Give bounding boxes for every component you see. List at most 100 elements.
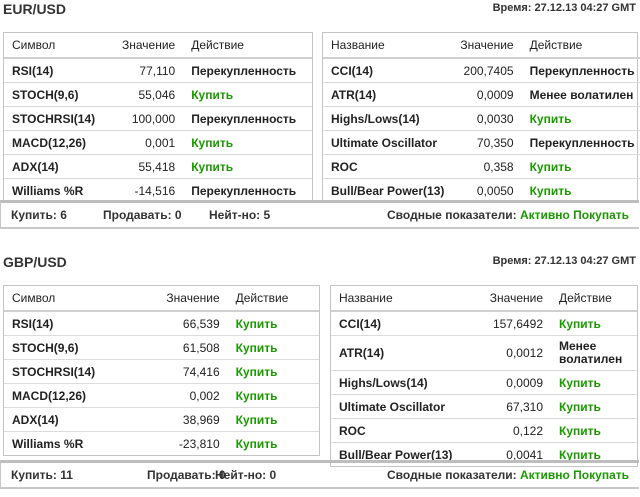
indicator-action: Менее волатилен (521, 82, 640, 107)
summary-label: Сводные показатели: (387, 208, 517, 222)
table-row: RSI(14) 77,110 Перекупленность (4, 58, 312, 83)
table-row: ADX(14) 55,418 Купить (4, 154, 312, 179)
table-row: ADX(14) 38,969 Купить (4, 407, 319, 432)
neutral-count: Нейт-но: 5 (209, 208, 271, 222)
indicator-action: Купить (551, 418, 637, 443)
table-row: ATR(14) 0,0009 Менее волатилен (323, 82, 640, 107)
neutral-count: Нейт-но: 0 (215, 468, 277, 482)
indicator-action: Купить (235, 436, 278, 451)
table-row: STOCH(9,6) 61,508 Купить (4, 335, 319, 360)
table-row: STOCH(9,6) 55,046 Купить (4, 82, 312, 107)
table-row: Ultimate Oscillator 67,310 Купить (331, 394, 637, 419)
indicator-action: Перекупленность (191, 183, 297, 198)
indicator-value: 0,0030 (452, 106, 522, 131)
update-time: Время: 27.12.13 04:27 GMT (492, 255, 636, 267)
indicator-action: Купить (227, 383, 319, 408)
indicator-name: RSI(14) (4, 58, 110, 83)
indicator-value: 0,001 (109, 130, 184, 155)
indicator-name: Highs/Lows(14) (331, 370, 475, 395)
indicator-action: Купить (551, 370, 637, 395)
indicator-name: ADX(14) (4, 154, 110, 179)
header-name: Символ (4, 33, 110, 59)
table-row: MACD(12,26) 0,002 Купить (4, 383, 319, 408)
indicator-name: STOCH(9,6) (4, 82, 110, 107)
indicator-value: 55,046 (109, 82, 184, 107)
table-row: Williams %R -23,810 Купить (4, 432, 319, 456)
table-header: Название Значение Действие (331, 286, 637, 312)
indicator-name: MACD(12,26) (4, 383, 136, 408)
indicator-action: Купить (551, 311, 637, 336)
table-header: Символ Значение Действие (4, 33, 312, 59)
table-row: Bull/Bear Power(13) 0,0050 Купить (323, 179, 640, 203)
right-indicator-table: Название Значение Действие CCI(14) 200,740… (323, 33, 640, 202)
indicator-name: MACD(12,26) (4, 130, 110, 155)
header-value: Значение (135, 286, 228, 312)
indicator-action: Менее волатилен (551, 335, 637, 371)
indicator-action: Перекупленность (183, 58, 312, 83)
table-row: CCI(14) 157,6492 Купить (331, 311, 637, 336)
indicator-name: STOCHRSI(14) (4, 106, 110, 131)
indicator-name: CCI(14) (323, 58, 453, 83)
oscillators-box: Символ Значение Действие RSI(14) 77,110 Пе… (3, 32, 313, 203)
indicator-action: Перекупленность (521, 58, 640, 83)
header-action: Действие (551, 286, 637, 312)
indicator-name: ATR(14) (323, 82, 453, 107)
indicator-value: 0,0050 (476, 183, 514, 198)
indicator-name: ROC (331, 418, 475, 443)
header-name: Название (323, 33, 453, 59)
indicator-value: 67,310 (474, 394, 551, 419)
table-row: RSI(14) 66,539 Купить (4, 311, 319, 336)
indicator-name: ADX(14) (4, 407, 136, 432)
header-name: Название (331, 286, 475, 312)
indicator-action: Купить (551, 394, 637, 419)
summary-bar: Купить: 6 Продавать: 0 Нейт-но: 5 Сводны… (0, 200, 639, 229)
indicator-action: Купить (227, 311, 319, 336)
indicator-action: Купить (183, 130, 312, 155)
buy-count: Купить: 6 (11, 208, 67, 222)
header-value: Значение (109, 33, 184, 59)
indicator-name: Highs/Lows(14) (323, 106, 453, 131)
indicator-value: 38,969 (135, 407, 228, 432)
update-time: Время: 27.12.13 04:27 GMT (492, 2, 636, 14)
table-row: STOCHRSI(14) 100,000 Перекупленность (4, 106, 312, 131)
indicator-action: Купить (227, 335, 319, 360)
table-header: Название Значение Действие (323, 33, 640, 59)
indicators-box: Название Значение Действие CCI(14) 157,649… (330, 285, 638, 467)
pair-title: EUR/USD (3, 1, 67, 17)
indicator-value: 61,508 (135, 335, 228, 360)
indicator-name: Bull/Bear Power(13) (331, 183, 445, 198)
indicator-value: 0,358 (452, 154, 522, 179)
indicator-value: -14,516 (134, 183, 176, 198)
indicator-value: 0,0012 (474, 335, 551, 371)
indicator-value: 70,350 (452, 130, 522, 155)
indicator-name: Ultimate Oscillator (331, 394, 475, 419)
indicators-box: Название Значение Действие CCI(14) 200,740… (322, 32, 640, 203)
indicator-name: Williams %R (12, 183, 84, 198)
indicator-value: 0,0009 (474, 370, 551, 395)
indicator-name: Williams %R (12, 436, 84, 451)
table-row: MACD(12,26) 0,001 Купить (4, 130, 312, 155)
table-row: CCI(14) 200,7405 Перекупленность (323, 58, 640, 83)
pair-title: GBP/USD (3, 254, 67, 270)
indicator-value: -23,810 (178, 436, 220, 451)
indicator-action: Купить (227, 407, 319, 432)
table-header: Символ Значение Действие (4, 286, 319, 312)
indicator-value: 66,539 (135, 311, 228, 336)
summary-value: Активно Покупать (519, 468, 629, 482)
indicator-name: ATR(14) (331, 335, 475, 371)
indicator-value: 0,0009 (452, 82, 522, 107)
indicator-value: 157,6492 (474, 311, 551, 336)
header-action: Действие (227, 286, 319, 312)
sell-count: Продавать: 0 (103, 208, 182, 222)
indicator-name: RSI(14) (4, 311, 136, 336)
table-row: Williams %R -14,516 Перекупленность (4, 179, 312, 203)
indicator-action: Перекупленность (521, 130, 640, 155)
indicator-action: Купить (529, 183, 572, 198)
buy-count: Купить: 11 (11, 468, 73, 482)
header-action: Действие (183, 33, 312, 59)
table-row: Ultimate Oscillator 70,350 Перекупленнос… (323, 130, 640, 155)
right-indicator-table: Название Значение Действие CCI(14) 157,649… (331, 286, 637, 466)
summary-bar: Купить: 11 Продавать: 0 Нейт-но: 0 Сводн… (0, 460, 639, 489)
indicator-action: Купить (521, 154, 640, 179)
header-action: Действие (521, 33, 640, 59)
